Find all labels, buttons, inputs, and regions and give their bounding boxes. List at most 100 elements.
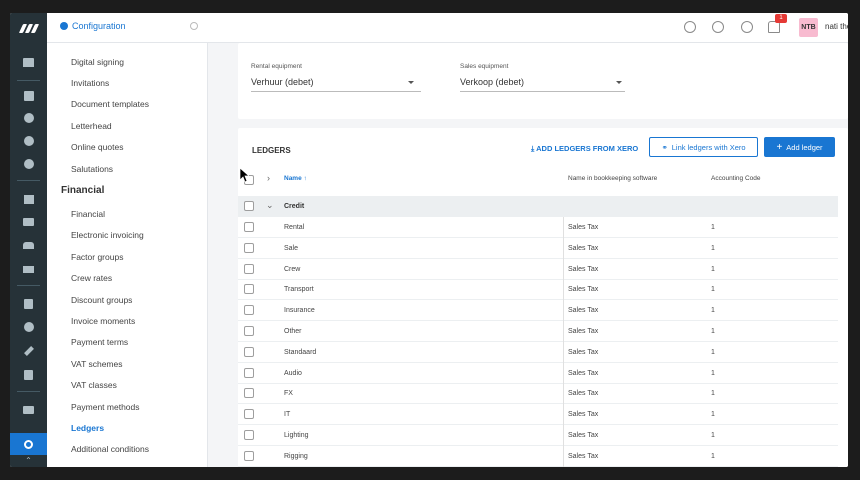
nav-financial[interactable]: Financial bbox=[71, 209, 105, 219]
table-row[interactable]: Rigging Sales Tax 1 bbox=[238, 445, 838, 467]
plus-icon: + bbox=[776, 141, 783, 153]
nav-invitations[interactable]: Invitations bbox=[71, 78, 109, 88]
row-name: Crew bbox=[284, 265, 301, 273]
people-icon[interactable] bbox=[10, 234, 47, 256]
column-bookkeeping-header[interactable]: Name in bookkeeping software bbox=[568, 175, 657, 182]
nav-vat-classes[interactable]: VAT classes bbox=[71, 380, 117, 390]
nav-vat-schemes[interactable]: VAT schemes bbox=[71, 359, 123, 369]
table-row[interactable]: Transport Sales Tax 1 bbox=[238, 279, 838, 301]
truck-icon[interactable] bbox=[10, 258, 47, 280]
chevron-right-icon[interactable]: › bbox=[267, 173, 270, 183]
rail-divider bbox=[17, 391, 40, 392]
rail-divider bbox=[17, 80, 40, 81]
table-row[interactable]: Standaard Sales Tax 1 bbox=[238, 341, 838, 363]
nav-additional-conditions[interactable]: Additional conditions bbox=[71, 444, 149, 454]
help-icon[interactable] bbox=[741, 21, 753, 33]
table-row[interactable]: Rental Sales Tax 1 bbox=[238, 217, 838, 238]
row-name: Insurance bbox=[284, 307, 315, 315]
column-divider bbox=[563, 425, 564, 446]
row-checkbox[interactable] bbox=[244, 326, 254, 336]
nav-payment-terms[interactable]: Payment terms bbox=[71, 337, 128, 347]
group-checkbox[interactable] bbox=[244, 201, 254, 211]
chevron-down-icon[interactable] bbox=[408, 81, 414, 84]
table-row[interactable]: IT Sales Tax 1 bbox=[238, 404, 838, 426]
nav-letterhead[interactable]: Letterhead bbox=[71, 121, 112, 131]
row-checkbox[interactable] bbox=[244, 284, 254, 295]
group-row-credit[interactable]: ⌄ Credit bbox=[238, 196, 838, 217]
row-bookkeeping: Sales Tax bbox=[568, 328, 599, 335]
pin-icon[interactable] bbox=[190, 22, 198, 30]
nav-crew-rates[interactable]: Crew rates bbox=[71, 273, 112, 283]
row-code: 1 bbox=[711, 244, 715, 252]
nav-digital-signing[interactable]: Digital signing bbox=[71, 57, 124, 67]
chevron-up-icon[interactable]: ⌃ bbox=[10, 454, 47, 466]
nav-payment-methods[interactable]: Payment methods bbox=[71, 402, 140, 412]
row-checkbox[interactable] bbox=[244, 409, 254, 420]
row-checkbox[interactable] bbox=[244, 430, 254, 440]
row-checkbox[interactable] bbox=[244, 242, 254, 253]
clock-icon[interactable] bbox=[10, 316, 47, 338]
row-code: 1 bbox=[711, 348, 715, 356]
link-ledgers-xero-button[interactable]: ⚭ Link ledgers with Xero bbox=[649, 137, 758, 157]
row-checkbox[interactable] bbox=[244, 263, 254, 274]
table-row[interactable]: FX Sales Tax 1 bbox=[238, 383, 838, 405]
tasks-icon[interactable] bbox=[10, 293, 47, 315]
nav-section-financial: Financial bbox=[61, 185, 105, 196]
table-row[interactable]: Audio Sales Tax 1 bbox=[238, 362, 838, 384]
avatar[interactable]: NTB bbox=[799, 18, 818, 37]
row-name: IT bbox=[284, 411, 291, 419]
table-row[interactable]: Insurance Sales Tax 1 bbox=[238, 300, 838, 322]
add-ledgers-from-xero-button[interactable]: ⤓ ADD LEDGERS FROM XERO bbox=[531, 144, 638, 154]
chevron-down-icon[interactable] bbox=[616, 81, 622, 84]
projects-icon[interactable] bbox=[10, 130, 47, 152]
timer-icon[interactable] bbox=[712, 21, 724, 33]
row-checkbox[interactable] bbox=[244, 305, 254, 316]
home-icon[interactable] bbox=[10, 51, 47, 73]
rental-equipment-select[interactable]: Verhuur (debet) bbox=[251, 77, 314, 87]
chevron-down-icon[interactable]: ⌄ bbox=[266, 200, 274, 211]
search-icon[interactable] bbox=[684, 21, 696, 33]
messages-icon[interactable] bbox=[10, 399, 47, 421]
column-name-header[interactable]: Name ↑ bbox=[284, 175, 307, 182]
row-code: 1 bbox=[711, 369, 715, 377]
app-logo[interactable] bbox=[10, 13, 47, 43]
crew-card-icon[interactable] bbox=[10, 211, 47, 233]
sales-equipment-select[interactable]: Verkoop (debet) bbox=[460, 77, 524, 87]
mouse-cursor-icon bbox=[239, 167, 250, 183]
settings-icon[interactable] bbox=[10, 433, 47, 455]
nav-online-quotes[interactable]: Online quotes bbox=[71, 142, 123, 152]
equipment-icon[interactable] bbox=[10, 188, 47, 210]
nav-ledgers[interactable]: Ledgers bbox=[71, 423, 104, 433]
nav-document-templates[interactable]: Document templates bbox=[71, 99, 149, 109]
nav-discount-groups[interactable]: Discount groups bbox=[71, 295, 132, 305]
row-bookkeeping: Sales Tax bbox=[568, 452, 599, 460]
column-divider bbox=[563, 258, 564, 280]
row-checkbox[interactable] bbox=[244, 367, 254, 378]
nav-salutations[interactable]: Salutations bbox=[71, 164, 113, 174]
calendar-icon[interactable] bbox=[10, 85, 47, 107]
row-checkbox[interactable] bbox=[244, 450, 254, 461]
table-row[interactable]: Crew Sales Tax 1 bbox=[238, 258, 838, 280]
add-ledger-button[interactable]: + Add ledger bbox=[764, 137, 835, 157]
table-row[interactable]: Sale Sales Tax 1 bbox=[238, 237, 838, 259]
username[interactable]: nati the b bbox=[825, 22, 848, 31]
table-row[interactable]: Other Sales Tax 1 bbox=[238, 321, 838, 342]
row-name: Transport bbox=[284, 286, 314, 294]
nav-invoice-moments[interactable]: Invoice moments bbox=[71, 316, 135, 326]
row-checkbox[interactable] bbox=[244, 222, 254, 232]
row-bookkeeping: Sales Tax bbox=[568, 432, 599, 439]
column-code-header[interactable]: Accounting Code bbox=[711, 175, 761, 182]
reports-icon[interactable] bbox=[10, 364, 47, 386]
row-code: 1 bbox=[711, 265, 715, 273]
contacts-icon[interactable] bbox=[10, 107, 47, 129]
wrench-icon[interactable] bbox=[10, 340, 47, 362]
row-bookkeeping: Sales Tax bbox=[568, 244, 599, 252]
nav-factor-groups[interactable]: Factor groups bbox=[71, 252, 123, 262]
row-checkbox[interactable] bbox=[244, 346, 254, 357]
row-bookkeeping: Sales Tax bbox=[568, 286, 599, 294]
column-divider bbox=[563, 341, 564, 363]
row-checkbox[interactable] bbox=[244, 388, 254, 399]
finance-icon[interactable] bbox=[10, 153, 47, 175]
nav-electronic-invoicing[interactable]: Electronic invoicing bbox=[71, 230, 144, 240]
table-row[interactable]: Lighting Sales Tax 1 bbox=[238, 425, 838, 446]
